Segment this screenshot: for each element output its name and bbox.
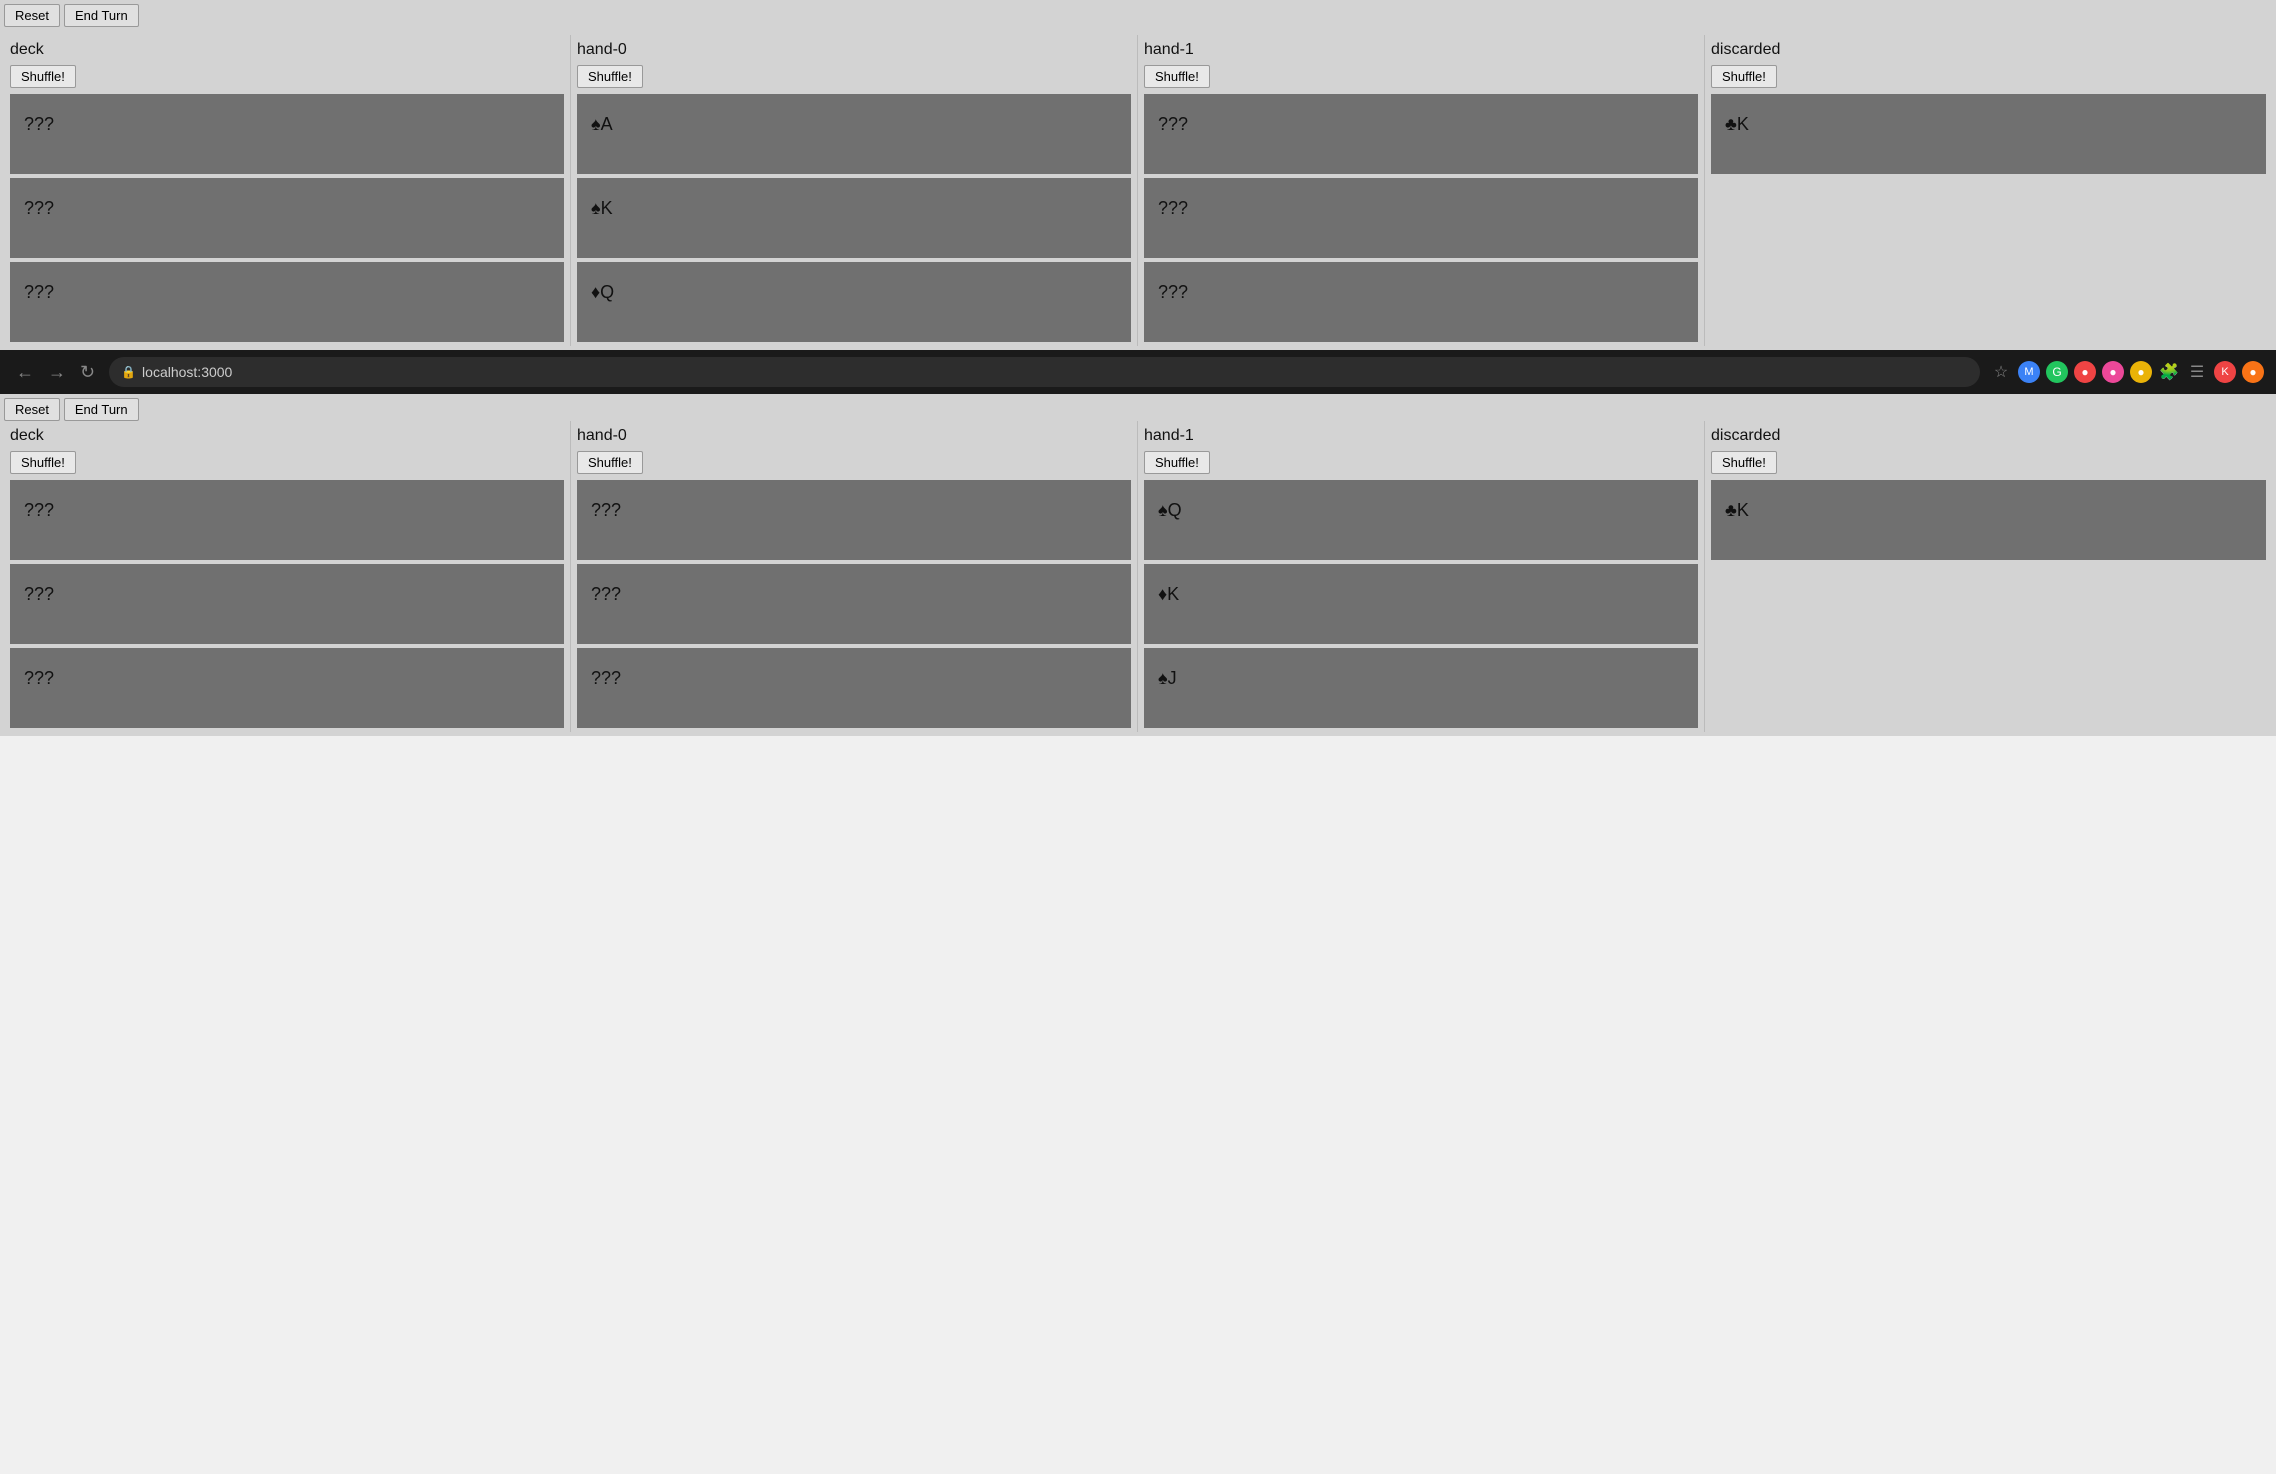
column-hand-1: hand-1 Shuffle!????????? (1138, 35, 1705, 346)
bookmark-star-icon[interactable]: ☆ (1990, 361, 2012, 383)
back-button[interactable]: ← (12, 360, 38, 385)
card-text-1-2: ♦Q (591, 282, 614, 303)
shuffle-btn-1[interactable]: Shuffle! (577, 65, 643, 88)
card-1-0[interactable]: ♠A (577, 94, 1131, 174)
url-text: localhost:3000 (142, 364, 232, 380)
card-2-2[interactable]: ♠J (1144, 648, 1698, 728)
column-title-0: deck (10, 41, 564, 59)
top-toolbar: Reset End Turn (4, 4, 2272, 27)
card-text-2-1: ??? (1158, 198, 1188, 219)
extension-yellow-icon[interactable]: ● (2130, 361, 2152, 383)
column-title-2: hand-1 (1144, 427, 1698, 445)
column-title-0: deck (10, 427, 564, 445)
card-text-2-2: ♠J (1158, 668, 1177, 689)
extension-g-icon[interactable]: G (2046, 361, 2068, 383)
extension-pink-icon[interactable]: ● (2102, 361, 2124, 383)
card-text-1-0: ??? (591, 500, 621, 521)
column-title-3: discarded (1711, 427, 2266, 445)
forward-button[interactable]: → (44, 360, 70, 385)
card-text-2-0: ??? (1158, 114, 1188, 135)
top-columns: deck Shuffle!????????? hand-0 Shuffle! ♠A ♠K ♦… (4, 35, 2272, 346)
bottom-columns: deck Shuffle!????????? hand-0 Shuffle!?????… (4, 421, 2272, 732)
column-hand-0: hand-0 Shuffle!????????? (571, 421, 1138, 732)
card-text-1-2: ??? (591, 668, 621, 689)
column-title-3: discarded (1711, 41, 2266, 59)
card-text-3-0: ♣K (1725, 500, 1749, 521)
profile-k-icon[interactable]: K (2214, 361, 2236, 383)
extension-red-icon[interactable]: ● (2074, 361, 2096, 383)
column-title-1: hand-0 (577, 427, 1131, 445)
profile-m-icon[interactable]: M (2018, 361, 2040, 383)
shuffle-btn-0[interactable]: Shuffle! (10, 65, 76, 88)
card-text-0-0: ??? (24, 500, 54, 521)
card-1-1[interactable]: ??? (577, 564, 1131, 644)
reload-button[interactable]: ↻ (76, 360, 99, 385)
address-bar[interactable]: 🔒 localhost:3000 (109, 357, 1980, 387)
card-0-1[interactable]: ??? (10, 564, 564, 644)
lock-icon: 🔒 (121, 365, 136, 379)
top-page: Reset End Turn deckShuffle!?????????hand… (0, 0, 2276, 350)
shuffle-btn-2[interactable]: Shuffle! (1144, 65, 1210, 88)
shuffle-btn-0[interactable]: Shuffle! (10, 451, 76, 474)
card-1-2[interactable]: ♦Q (577, 262, 1131, 342)
card-text-1-1: ??? (591, 584, 621, 605)
card-text-0-2: ??? (24, 282, 54, 303)
bottom-toolbar: Reset End Turn (4, 398, 2272, 421)
card-text-0-1: ??? (24, 198, 54, 219)
card-2-0[interactable]: ??? (1144, 94, 1698, 174)
card-text-2-1: ♦K (1158, 584, 1179, 605)
card-text-2-0: ♠Q (1158, 500, 1182, 521)
end-turn-button-top[interactable]: End Turn (64, 4, 139, 27)
card-0-2[interactable]: ??? (10, 262, 564, 342)
card-text-1-0: ♠A (591, 114, 613, 135)
shuffle-btn-1[interactable]: Shuffle! (577, 451, 643, 474)
puzzle-icon[interactable]: 🧩 (2158, 361, 2180, 383)
card-0-0[interactable]: ??? (10, 480, 564, 560)
card-2-2[interactable]: ??? (1144, 262, 1698, 342)
card-text-0-2: ??? (24, 668, 54, 689)
card-text-3-0: ♣K (1725, 114, 1749, 135)
card-3-0[interactable]: ♣K (1711, 480, 2266, 560)
card-0-0[interactable]: ??? (10, 94, 564, 174)
bottom-page: Reset End Turn deckShuffle!?????????hand… (0, 394, 2276, 736)
column-title-1: hand-0 (577, 41, 1131, 59)
card-2-0[interactable]: ♠Q (1144, 480, 1698, 560)
column-deck: deck Shuffle!????????? (4, 421, 571, 732)
reset-button-bottom[interactable]: Reset (4, 398, 60, 421)
menu-icon[interactable]: ☰ (2186, 361, 2208, 383)
column-title-2: hand-1 (1144, 41, 1698, 59)
shuffle-btn-2[interactable]: Shuffle! (1144, 451, 1210, 474)
card-1-1[interactable]: ♠K (577, 178, 1131, 258)
card-text-0-1: ??? (24, 584, 54, 605)
column-hand-0: hand-0 Shuffle! ♠A ♠K ♦Q (571, 35, 1138, 346)
browser-right-icons: ☆ M G ● ● ● 🧩 ☰ K ● (1990, 361, 2264, 383)
card-3-0[interactable]: ♣K (1711, 94, 2266, 174)
nav-buttons: ← → ↻ (12, 360, 99, 385)
column-discarded: discarded Shuffle! ♣K (1705, 421, 2272, 732)
card-0-2[interactable]: ??? (10, 648, 564, 728)
card-2-1[interactable]: ♦K (1144, 564, 1698, 644)
reset-button-top[interactable]: Reset (4, 4, 60, 27)
profile-orange-icon[interactable]: ● (2242, 361, 2264, 383)
browser-bar: ← → ↻ 🔒 localhost:3000 ☆ M G ● ● ● 🧩 ☰ K… (0, 350, 2276, 394)
shuffle-btn-3[interactable]: Shuffle! (1711, 65, 1777, 88)
end-turn-button-bottom[interactable]: End Turn (64, 398, 139, 421)
card-0-1[interactable]: ??? (10, 178, 564, 258)
column-discarded: discarded Shuffle! ♣K (1705, 35, 2272, 346)
card-text-0-0: ??? (24, 114, 54, 135)
card-text-2-2: ??? (1158, 282, 1188, 303)
card-text-1-1: ♠K (591, 198, 613, 219)
shuffle-btn-3[interactable]: Shuffle! (1711, 451, 1777, 474)
card-1-0[interactable]: ??? (577, 480, 1131, 560)
card-1-2[interactable]: ??? (577, 648, 1131, 728)
column-deck: deck Shuffle!????????? (4, 35, 571, 346)
card-2-1[interactable]: ??? (1144, 178, 1698, 258)
column-hand-1: hand-1 Shuffle! ♠Q ♦K ♠J (1138, 421, 1705, 732)
